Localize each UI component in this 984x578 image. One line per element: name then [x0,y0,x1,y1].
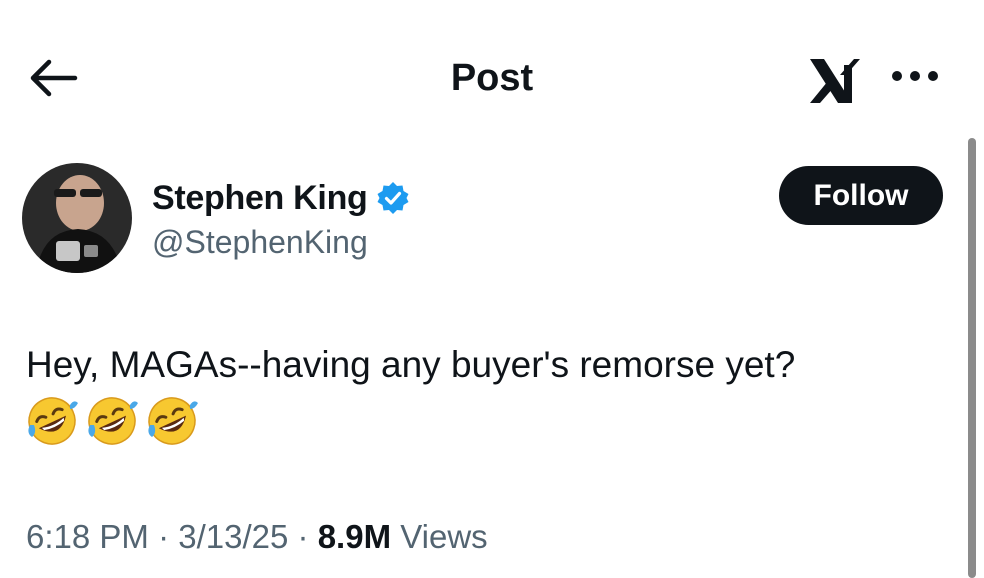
verified-badge-icon [376,181,410,215]
author-name-row: Stephen King [152,176,410,220]
rofl-emoji-icon [28,397,78,445]
author-name[interactable]: Stephen King [152,176,368,220]
follow-button[interactable]: Follow [779,166,943,225]
post-time[interactable]: 6:18 PM [26,518,149,555]
rofl-emoji-icon [88,397,138,445]
author-handle[interactable]: @StephenKing [152,220,410,264]
scrollbar[interactable] [968,138,976,578]
views-count: 8.9M [317,518,392,555]
avatar[interactable] [22,163,132,273]
meta-separator: · [297,518,309,555]
post-emojis [26,395,198,447]
rofl-emoji-icon [148,397,198,445]
author-info: Stephen King @StephenKing [152,176,410,264]
post-date[interactable]: 3/13/25 [178,518,288,555]
post-text: Hey, MAGAs--having any buyer's remorse y… [26,344,796,385]
top-bar: Post [0,0,984,150]
meta-separator: · [158,518,170,555]
x-logo-icon [808,55,864,107]
views-label: Views [400,518,488,555]
more-options-button[interactable] [886,56,944,96]
post-metadata: 6:18 PM · 3/13/25 · 8.9M Views [26,514,488,560]
more-horizontal-icon [892,71,938,81]
